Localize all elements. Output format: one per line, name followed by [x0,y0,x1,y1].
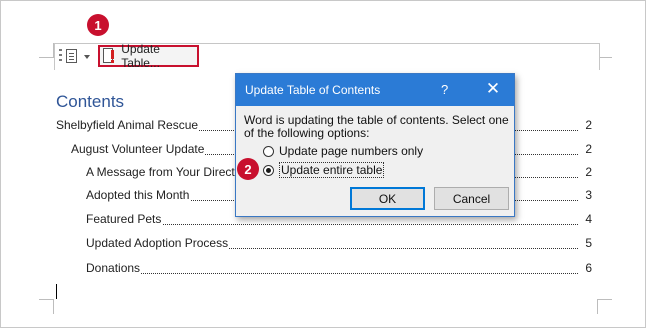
step-badge-2: 2 [237,158,259,180]
dialog-title: Update Table of Contents [245,83,381,97]
cancel-button[interactable]: Cancel [434,187,509,210]
update-table-button[interactable]: Update Table... [98,42,199,70]
help-button[interactable]: ? [441,82,448,97]
radio-update-entire-table[interactable] [263,164,274,176]
table-of-contents-icon[interactable] [66,49,77,63]
margin-corner-bottom-left [39,299,54,314]
toc-entry-page: 2 [580,117,592,133]
update-table-label: Update Table... [121,42,160,70]
update-table-icon [103,48,115,64]
option-page-numbers-label: Update page numbers only [279,144,424,158]
option-page-numbers-only[interactable]: Update page numbers only [263,143,423,159]
margin-corner-bottom-right [597,299,612,314]
toc-entry-label: Updated Adoption Process [86,235,230,251]
option-entire-table-label: Update entire table [279,162,385,178]
update-toc-dialog: Update Table of Contents ? ✕ Word is upd… [235,73,515,217]
contents-heading: Contents [56,92,125,111]
toc-entry-label: Donations [86,260,142,276]
close-button[interactable]: ✕ [485,80,501,98]
toc-entry-label: A Message from Your Director [86,164,247,180]
step-badge-1: 1 [87,14,109,36]
text-cursor [56,284,57,299]
chevron-down-icon[interactable] [84,55,90,59]
toc-entry-page: 3 [580,187,592,203]
option-update-entire-table[interactable]: Update entire table [263,162,385,178]
toc-entry-label: August Volunteer Update [71,141,206,157]
margin-corner-top-left [39,43,54,58]
toc-entry[interactable]: Donations 6 [86,260,592,276]
ok-button[interactable]: OK [350,187,425,210]
toc-entry-label: Shelbyfield Animal Rescue [56,117,200,133]
toc-entry-label: Adopted this Month [86,187,191,203]
toc-entry-page: 6 [580,260,592,276]
toc-entry-page: 5 [580,235,592,251]
toc-content-control-toolbar: Update Table... [54,42,600,70]
toc-entry-label: Featured Pets [86,211,163,227]
radio-page-numbers-only[interactable] [263,145,274,157]
dialog-message: Word is updating the table of contents. … [244,113,509,140]
toc-entry[interactable]: Updated Adoption Process 5 [86,235,592,251]
toc-entry-page: 2 [580,141,592,157]
drag-handle-icon[interactable] [59,49,62,64]
dialog-title-bar[interactable]: Update Table of Contents ? ✕ [236,74,514,106]
toc-entry-page: 4 [580,211,592,227]
toc-entry-page: 2 [580,164,592,180]
